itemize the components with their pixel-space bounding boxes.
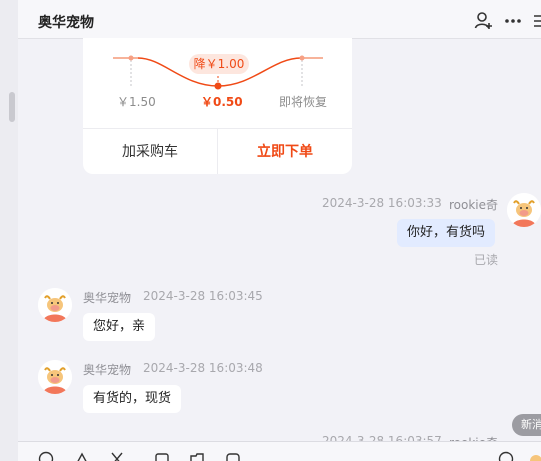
add-to-cart-button[interactable]: 加采购车 [83,129,217,174]
folder-icon[interactable] [189,451,205,461]
message-time: 2024-3-28 16:03:48 [143,361,263,375]
cow-avatar-icon [507,193,541,227]
buy-now-button[interactable]: 立即下单 [217,129,352,174]
input-toolbar [18,441,541,461]
message-bubble-in: 有货的，现货 [83,385,182,413]
product-icon[interactable] [225,451,241,461]
message-time: 2024-3-28 16:03:45 [143,289,263,303]
chat-window: 奥华宠物 降￥1.00 ￥1.50 ￥0.50 即将恢复 加采购车 立即下单 2… [0,0,541,461]
new-message-badge[interactable]: 新消 [512,414,541,436]
message-sender: 奥华宠物 [83,363,132,377]
card-actions: 加采购车 立即下单 [83,128,352,174]
chat-title: 奥华宠物 [38,15,94,31]
picture-icon[interactable] [154,451,170,461]
message-bubble-out: 你好，有货吗 [397,219,496,247]
read-status: 已读 [474,253,499,267]
message-sender: 奥华宠物 [83,291,132,305]
cow-avatar-icon [38,360,72,394]
scroll-handle[interactable] [9,92,15,122]
more-icon[interactable] [503,11,523,31]
cut-icon[interactable] [109,451,125,461]
price-curve [113,55,323,90]
cow-avatar-icon [530,455,541,461]
help-icon[interactable] [498,451,514,461]
price-drop-card: 降￥1.00 ￥1.50 ￥0.50 即将恢复 加采购车 立即下单 [83,38,352,174]
image-icon[interactable] [74,451,90,461]
emoji-icon[interactable] [38,451,54,461]
avatar[interactable] [38,288,72,322]
price-original: ￥1.50 [117,95,156,109]
left-rail [0,0,18,461]
message-sender: rookie奇 [449,198,499,212]
avatar[interactable] [507,193,541,227]
menu-icon[interactable] [530,11,541,31]
price-current: ￥0.50 [201,95,243,109]
cow-avatar-icon [38,288,72,322]
user-add-icon[interactable] [474,11,494,31]
price-drop-tag: 降￥1.00 [189,54,249,74]
price-restore: 即将恢复 [279,95,328,109]
chat-header: 奥华宠物 [18,0,541,39]
avatar[interactable] [38,360,72,394]
message-bubble-in: 您好，亲 [83,313,156,341]
message-time: 2024-3-28 16:03:33 [322,196,442,210]
